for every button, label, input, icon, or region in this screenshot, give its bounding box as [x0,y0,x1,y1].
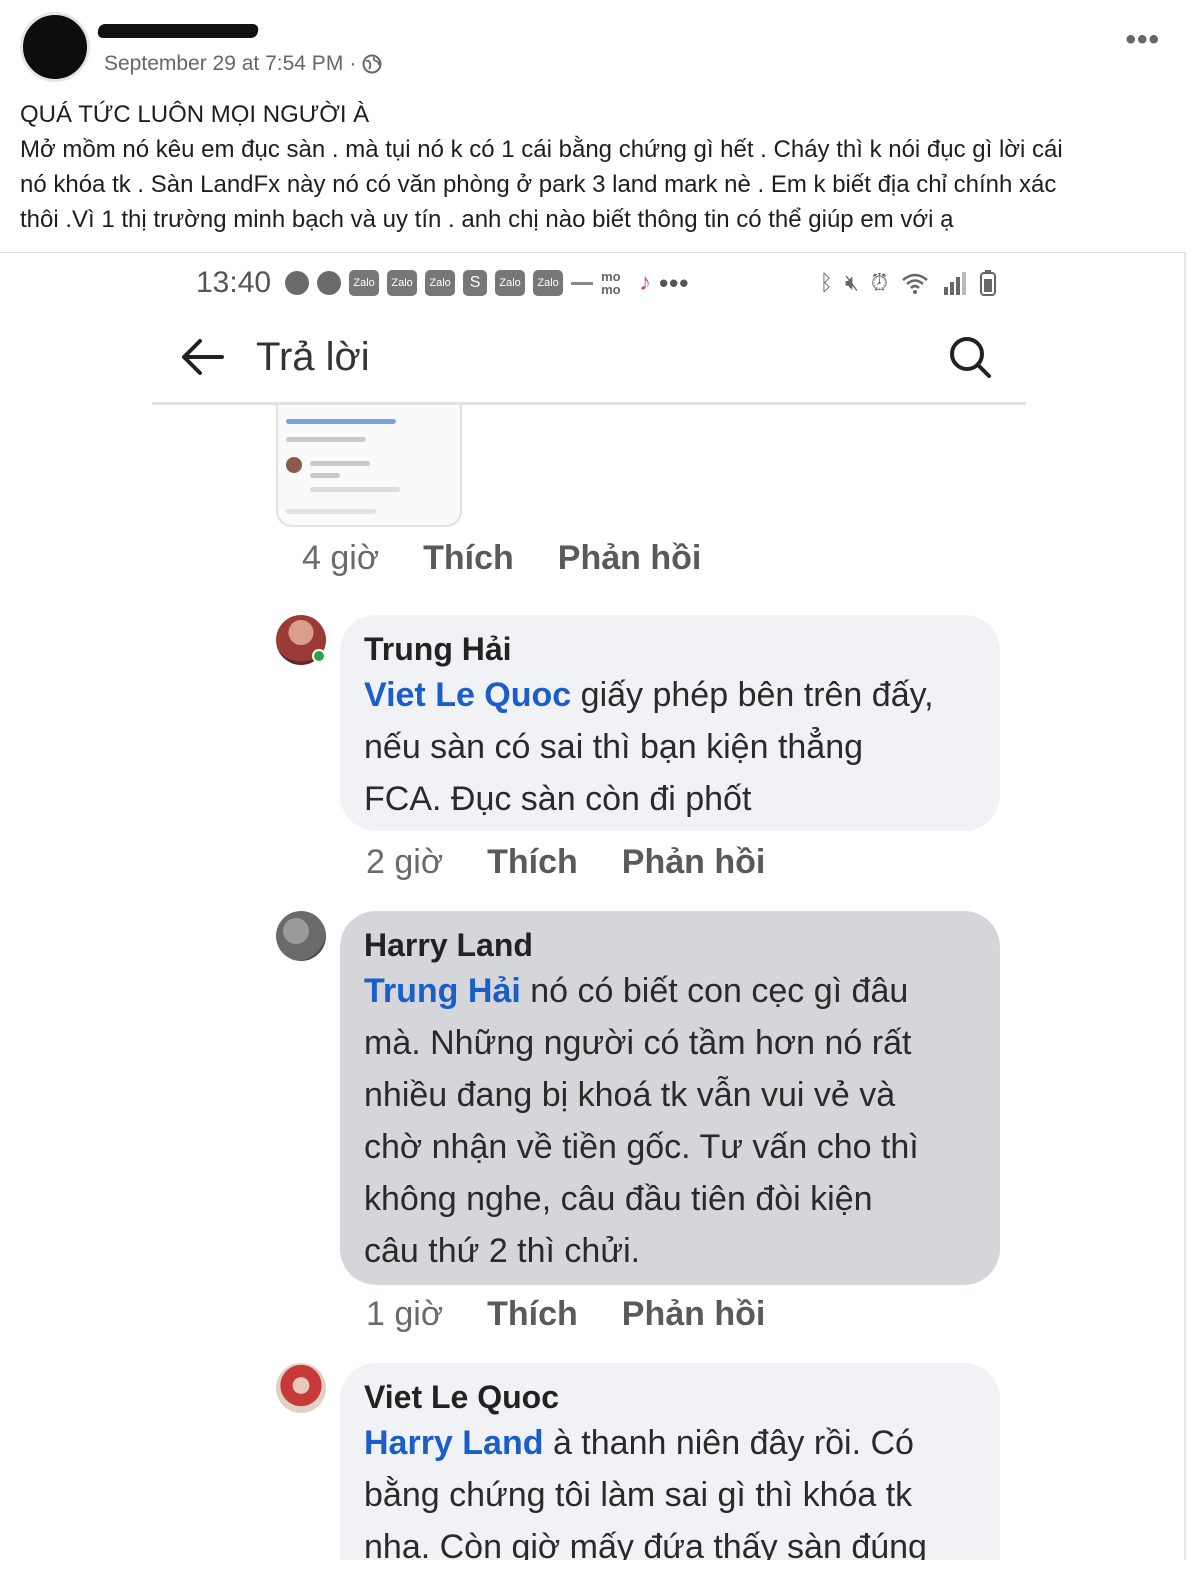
commenter-avatar[interactable] [276,911,326,961]
status-time: 13:40 [196,266,272,299]
mute-icon: 🔇︎ [844,270,859,295]
system-icons: ᛒ 🔇︎ ⏰︎ [820,270,996,296]
comment-line: FCA. Đục sàn còn đi phốt [364,780,752,818]
author-avatar[interactable] [20,12,90,82]
momo-icon: mo mo [601,269,621,297]
back-arrow-icon[interactable] [178,337,226,377]
comment-line: nếu sàn có sai thì bạn kiện thẳng [364,728,864,766]
comment-line: à thanh niên đây rồi. Có [552,1424,914,1462]
game-controller-icon [285,271,310,295]
zalo-icon: Zalo [387,270,418,296]
phone-status-bar: 13:40 Zalo Zalo Zalo S Zalo Zalo mo mo ♪… [196,263,996,303]
attached-image-thumbnail[interactable] [276,405,462,527]
comment-time: 4 giờ [302,539,380,577]
post-line: Mở mồm nó kêu em đục sàn . mà tụi nó k c… [20,136,1063,163]
comment-text: Harry Land à thanh niên đây rồi. Có bằng… [364,1417,976,1560]
online-status-dot [312,649,326,663]
zalo-icon: Zalo [349,270,380,296]
post-line: nó khóa tk . Sàn LandFx này nó có văn ph… [20,171,1057,198]
embedded-screenshot[interactable]: 13:40 Zalo Zalo Zalo S Zalo Zalo mo mo ♪… [0,252,1186,1560]
comment-line: nhiều đang bị khoá tk vẫn vui vẻ và [364,1076,896,1114]
zalo-icon: Zalo [533,270,564,296]
tiktok-icon: ♪ [639,269,652,296]
comment-line: không nghe, câu đầu tiên đòi kiện [364,1180,873,1218]
minus-icon [571,281,594,285]
comment-line: chờ nhận về tiền gốc. Tư vấn cho thì [364,1128,919,1166]
post-timestamp[interactable]: September 29 at 7:54 PM [104,52,343,76]
comment-line: câu thứ 2 thì chửi. [364,1232,641,1270]
comment-line: giấy phép bên trên đấy, [580,676,934,714]
like-button[interactable]: Thích [487,843,578,882]
comment-actions: 4 giờ Thích Phản hồi [302,539,745,578]
comment-line: mà. Những người có tầm hơn nó rất [364,1024,912,1062]
comment-bubble[interactable]: Harry Land Trung Hải nó có biết con cẹc … [340,911,1000,1285]
comment-mention[interactable]: Harry Land [364,1424,544,1462]
more-options-icon[interactable]: ••• [1125,25,1160,55]
comment-author[interactable]: Trung Hải [364,629,976,669]
mini-avatar [286,457,302,473]
shopping-bag-icon: S [463,270,488,296]
post-header: September 29 at 7:54 PM · ••• [20,12,1180,92]
comment-time: 2 giờ [366,843,444,881]
globe-icon [362,54,382,74]
comment-line: nha. Còn giờ mấy đứa thấy sàn đúng [364,1528,927,1560]
more-notifications-icon: ••• [659,267,690,298]
like-button[interactable]: Thích [423,539,514,578]
comment-bubble[interactable]: Viet Le Quoc Harry Land à thanh niên đây… [340,1363,1000,1560]
comment-actions: 1 giờ Thích Phản hồi [366,1295,809,1334]
comment-text: Viet Le Quoc giấy phép bên trên đấy, nếu… [364,669,976,825]
reply-button[interactable]: Phản hồi [622,1295,766,1334]
author-name-redacted [97,24,259,38]
reply-button[interactable]: Phản hồi [558,539,702,578]
reply-app-bar: Trả lời [152,313,1026,405]
app-bar-title: Trả lời [256,335,370,379]
wifi-icon [902,273,928,294]
comment-line: nó có biết con cẹc gì đâu [530,972,909,1010]
zalo-icon: Zalo [495,270,526,296]
like-button[interactable]: Thích [487,1295,578,1334]
comment-text: Trung Hải nó có biết con cẹc gì đâu mà. … [364,965,976,1277]
chat-bubble-icon [317,271,342,295]
alarm-icon: ⏰︎ [870,270,888,295]
post-line: QUÁ TỨC LUÔN MỌI NGƯỜI À [20,101,370,128]
bluetooth-icon: ᛒ [819,270,833,295]
comment-line: bằng chứng tôi làm sai gì thì khóa tk [364,1476,913,1514]
comment-author[interactable]: Viet Le Quoc [364,1377,976,1417]
comment-actions: 2 giờ Thích Phản hồi [366,843,809,882]
signal-icon [944,272,966,295]
comment-mention[interactable]: Trung Hải [364,972,521,1010]
reply-button[interactable]: Phản hồi [622,843,766,882]
search-icon[interactable] [948,335,992,379]
post-meta: September 29 at 7:54 PM · [104,52,382,76]
battery-icon [980,270,996,296]
post-line: thôi .Vì 1 thị trường minh bạch và uy tí… [20,206,954,233]
comment-author[interactable]: Harry Land [364,925,976,965]
comment-bubble[interactable]: Trung Hải Viet Le Quoc giấy phép bên trê… [340,615,1000,831]
comment-time: 1 giờ [366,1295,444,1333]
comment-mention[interactable]: Viet Le Quoc [364,676,571,714]
post-text: QUÁ TỨC LUÔN MỌI NGƯỜI À Mở mồm nó kêu e… [20,97,1180,237]
meta-separator: · [349,52,357,75]
zalo-icon: Zalo [425,270,456,296]
commenter-avatar[interactable] [276,1363,326,1413]
